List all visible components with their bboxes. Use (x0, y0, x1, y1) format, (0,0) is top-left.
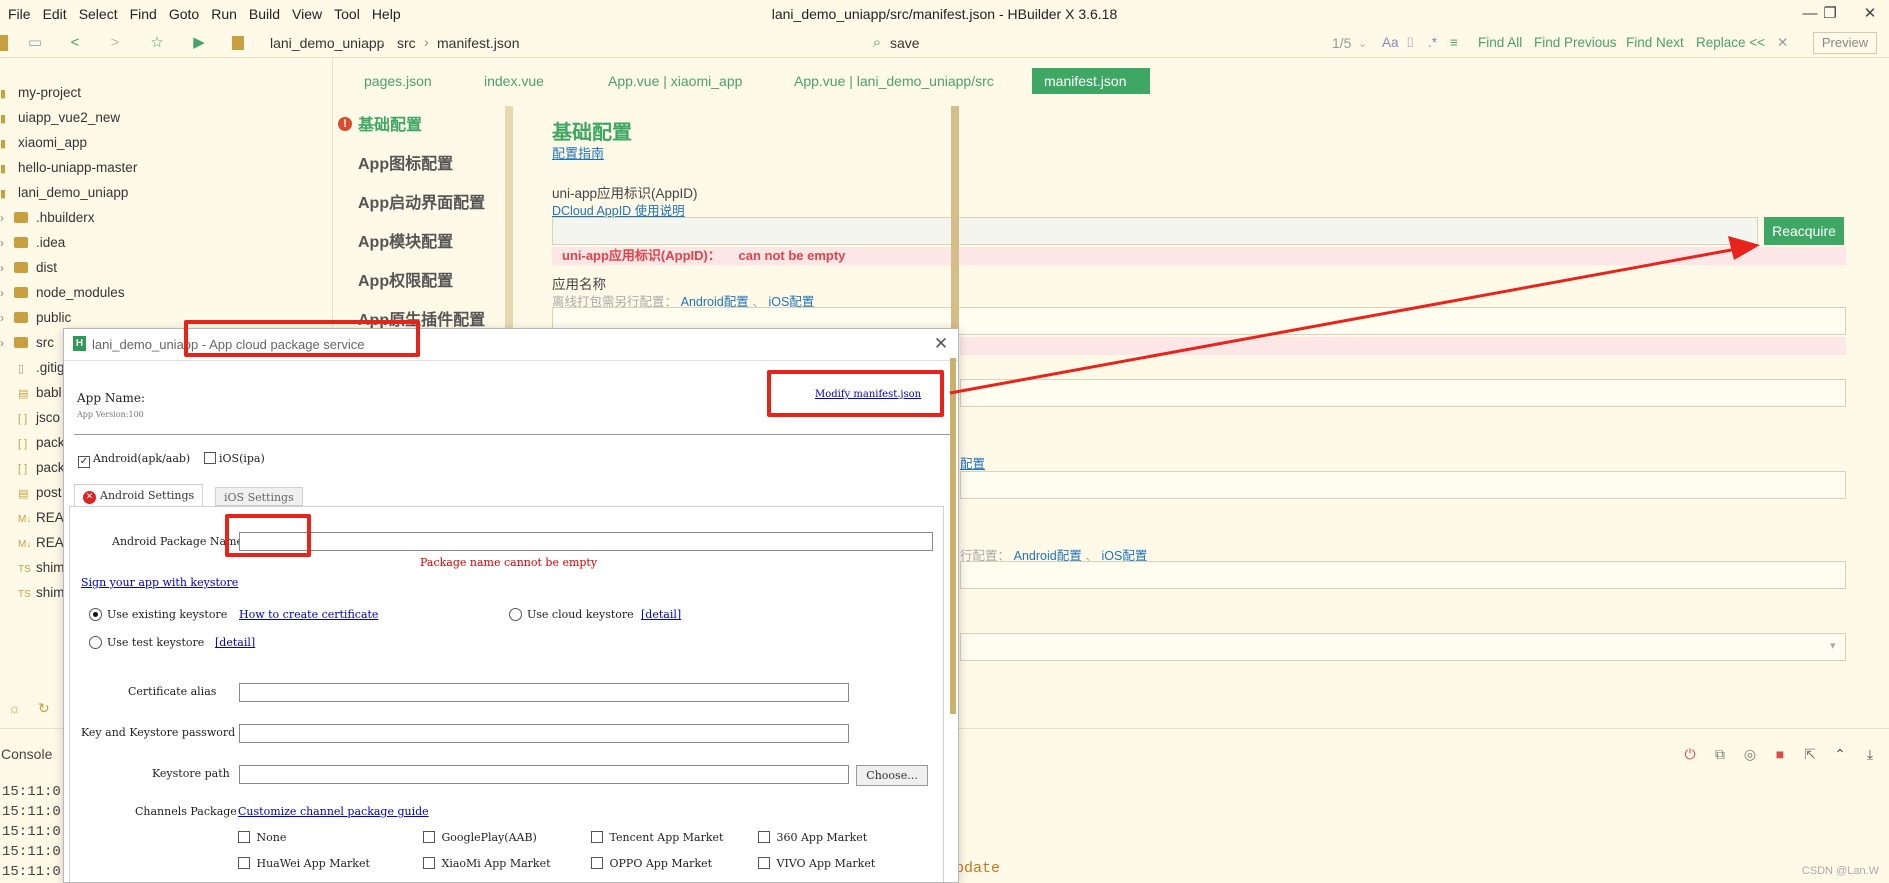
annotation-arrow-head (1728, 236, 1760, 260)
watermark: CSDN @Lan.W (1801, 865, 1879, 877)
annotation-arrow (949, 236, 1760, 395)
annotation-arrow-line (949, 246, 1743, 395)
